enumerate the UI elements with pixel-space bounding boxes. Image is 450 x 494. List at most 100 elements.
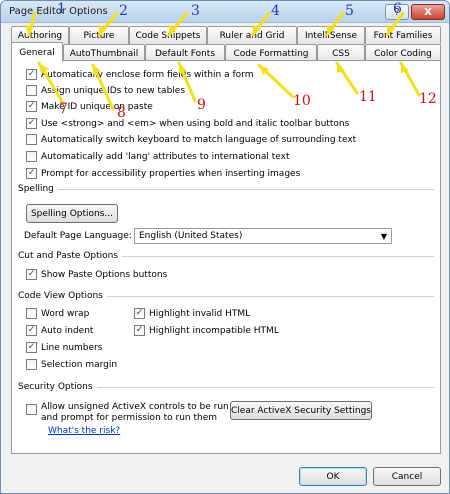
tab-ruler-and-grid[interactable]: Ruler and Grid [207,26,297,44]
option-auto-indent[interactable]: ✓ Auto indent [26,325,93,336]
annotation-number: 5 [345,3,354,19]
chevron-down-icon: ▼ [380,232,387,241]
tab-label: Picture [83,30,115,41]
checkbox[interactable]: ✓ [26,118,37,129]
checkbox[interactable] [26,308,37,319]
checkbox[interactable]: ✓ [134,325,145,336]
clear-activex-settings-button[interactable]: Clear ActiveX Security Settings [230,401,372,420]
tab-label: IntelliSense [304,30,358,41]
option-unique-id-paste[interactable]: ✓ Make ID unique on paste [26,101,153,112]
checkbox[interactable]: ✓ [26,269,37,280]
field-label: Default Page Language: [24,231,132,241]
option-label: Auto indent [41,325,94,336]
option-label-line: and prompt for permission to run them [41,413,218,423]
security-section-header: Security Options [18,382,434,392]
option-highlight-invalid-html[interactable]: ✓ Highlight invalid HTML [134,308,250,319]
checkbox[interactable]: ✓ [26,325,37,336]
tab-label: Default Fonts [154,48,216,59]
checkbox[interactable]: ✓ [26,342,37,353]
option-highlight-incompatible-html[interactable]: ✓ Highlight incompatible HTML [134,325,279,336]
section-title: Cut and Paste Options [18,251,119,261]
checkbox[interactable] [26,151,37,162]
option-label: Make ID unique on paste [41,101,153,112]
option-label-line: Allow unsigned ActiveX controls to be ru… [41,402,229,412]
annotation-number: 2 [119,3,128,19]
link-text: What's the risk? [48,426,121,436]
annotation-number: 8 [117,105,126,121]
option-lang-attributes[interactable]: Automatically add 'lang' attributes to i… [26,151,290,162]
option-label: Highlight invalid HTML [149,308,251,319]
tab-picture[interactable]: Picture [69,26,129,44]
tab-label: Code Snippets [135,30,201,41]
option-label: Prompt for accessibility properties when… [41,168,301,179]
general-tab-panel: ✓ Automatically enclose form fields with… [11,60,441,454]
annotation-number: 12 [419,91,437,107]
option-label: Use <strong> and <em> when using bold an… [41,118,350,129]
button-label: Clear ActiveX Security Settings [231,405,371,416]
tab-label: Color Coding [374,48,432,59]
option-strong-em[interactable]: ✓ Use <strong> and <em> when using bold … [26,118,349,129]
checkbox[interactable]: ✓ [134,308,145,319]
annotation-number: 4 [271,3,280,19]
annotation-number: 11 [359,89,377,105]
separator [57,188,434,190]
option-label: Selection margin [41,359,118,370]
checkbox[interactable] [26,359,37,370]
tab-intellisense[interactable]: IntelliSense [297,26,365,44]
checkbox[interactable]: ✓ [26,168,37,179]
ok-button[interactable]: OK [299,467,367,486]
whats-the-risk-link[interactable]: What's the risk? [48,426,120,436]
cut-paste-section-header: Cut and Paste Options [18,251,434,261]
close-button[interactable]: X [411,4,445,20]
tab-font-families[interactable]: Font Families [365,26,441,44]
option-word-wrap[interactable]: Word wrap [26,308,89,319]
checkbox[interactable]: ✓ [26,69,37,80]
title-bar: Page Editor Options ? X [1,1,449,23]
tab-code-snippets[interactable]: Code Snippets [129,26,207,44]
option-label: Show Paste Options buttons [41,269,168,280]
cancel-button[interactable]: Cancel [373,467,441,486]
tab-label: Font Families [373,30,433,41]
close-icon: X [424,6,432,18]
option-label: Line numbers [41,342,103,353]
page-editor-options-window: Page Editor Options ? X Authoring Pictur… [0,0,450,494]
selected-value: English (United States) [139,231,243,241]
option-label: Automatically enclose form fields within… [41,69,254,80]
default-page-language-label: Default Page Language: [24,231,132,241]
option-label: Assign unique IDs to new tables [41,85,186,96]
code-view-section-header: Code View Options [18,291,434,301]
annotation-number: 7 [59,101,68,117]
option-assign-unique-ids[interactable]: Assign unique IDs to new tables [26,85,185,96]
section-title: Spelling [18,184,54,194]
tab-general[interactable]: General [11,42,63,62]
tab-label: Ruler and Grid [219,30,285,41]
spelling-section-header: Spelling [18,184,434,194]
checkbox[interactable] [26,134,37,145]
option-allow-unsigned-activex[interactable]: Allow unsigned ActiveX controls to be ru… [26,402,229,424]
tab-label: CSS [332,48,350,59]
annotation-number: 1 [57,1,66,17]
option-switch-keyboard[interactable]: Automatically switch keyboard to match l… [26,134,356,145]
tab-label: General [19,47,55,58]
button-label: OK [326,471,340,482]
annotation-number: 3 [191,3,200,19]
option-label: Allow unsigned ActiveX controls to be ru… [41,402,229,424]
option-label: Word wrap [41,308,90,319]
option-enclose-form-fields[interactable]: ✓ Automatically enclose form fields with… [26,69,253,80]
spelling-options-button[interactable]: Spelling Options... [26,204,118,223]
checkbox[interactable]: ✓ [26,101,37,112]
option-accessibility-prompt[interactable]: ✓ Prompt for accessibility properties wh… [26,168,300,179]
annotation-number: 9 [197,97,206,113]
annotation-number: 6 [393,1,402,17]
tab-label: Code Formatting [233,48,309,59]
separator [96,386,434,388]
button-label: Cancel [391,471,423,482]
option-line-numbers[interactable]: ✓ Line numbers [26,342,102,353]
checkbox[interactable] [26,85,37,96]
checkbox[interactable] [26,404,37,415]
default-page-language-select[interactable]: English (United States) ▼ [134,228,392,244]
button-label: Spelling Options... [30,208,114,219]
option-show-paste-options[interactable]: ✓ Show Paste Options buttons [26,269,167,280]
option-selection-margin[interactable]: Selection margin [26,359,117,370]
option-label: Automatically add 'lang' attributes to i… [41,151,290,162]
